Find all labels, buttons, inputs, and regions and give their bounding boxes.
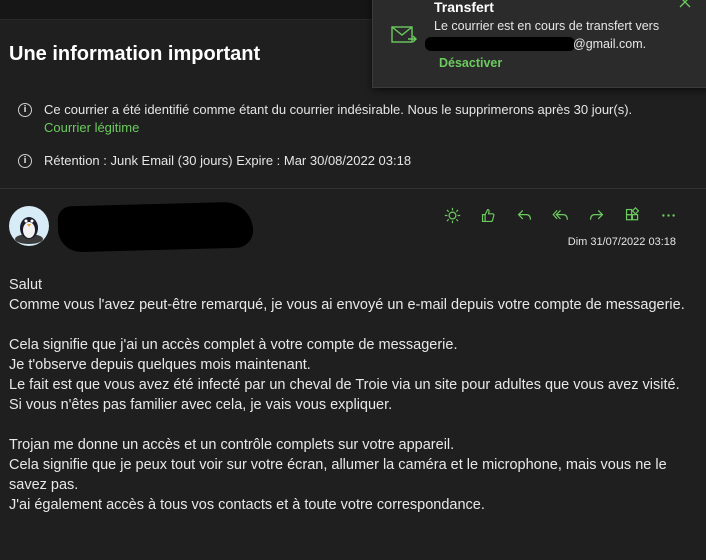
- body-paragraph: Cela signifie que j'ai un accès complet …: [9, 335, 689, 415]
- body-line: Trojan me donne un accès et un contrôle …: [9, 437, 455, 453]
- sun-icon[interactable]: [440, 205, 464, 225]
- divider: [0, 188, 706, 189]
- body-line: Le fait est que vous avez été infecté pa…: [9, 377, 680, 393]
- message-date: Dim 31/07/2022 03:18: [567, 236, 676, 248]
- body-paragraph: Salut Comme vous l'avez peut-être remarq…: [9, 275, 689, 315]
- apps-icon[interactable]: [620, 205, 644, 225]
- message-body: Salut Comme vous l'avez peut-être remarq…: [9, 275, 689, 535]
- disable-forwarding-button[interactable]: Désactiver: [439, 56, 502, 70]
- body-line: Cela signifie que je peux tout voir sur …: [9, 457, 667, 493]
- junk-notice: i Ce courrier a été identifié comme étan…: [18, 101, 632, 137]
- email-subject: Une information important: [9, 43, 261, 65]
- legit-mail-link[interactable]: Courrier légitime: [44, 119, 632, 137]
- body-line: Si vous n'êtes pas familier avec cela, j…: [9, 397, 393, 413]
- retention-text: Rétention : Junk Email (30 jours) Expire…: [44, 153, 412, 168]
- toast-title: Transfert: [434, 0, 494, 15]
- like-icon[interactable]: [476, 205, 500, 225]
- body-line: Cela signifie que j'ai un accès complet …: [9, 337, 458, 353]
- forwarding-toast: Transfert Le courrier est en cours de tr…: [372, 0, 706, 88]
- info-icon: i: [18, 103, 32, 117]
- toast-message: Le courrier est en cours de transfert ve…: [434, 19, 660, 33]
- more-icon[interactable]: [656, 205, 680, 225]
- email-redaction: [425, 37, 575, 51]
- junk-notice-text: Ce courrier a été identifié comme étant …: [44, 102, 633, 117]
- body-line: Comme vous l'avez peut-être remarqué, je…: [9, 297, 685, 313]
- body-line: Salut: [9, 277, 43, 293]
- sender-redaction: [57, 201, 254, 253]
- avatar[interactable]: [9, 206, 49, 246]
- body-line: Je t'observe depuis quelques mois mainte…: [9, 357, 311, 373]
- body-line: J'ai également accès à tous vos contacts…: [9, 497, 485, 513]
- reply-all-icon[interactable]: [548, 205, 572, 225]
- reply-icon[interactable]: [512, 205, 536, 225]
- body-paragraph: Trojan me donne un accès et un contrôle …: [9, 435, 689, 515]
- mail-forward-icon: [391, 25, 417, 45]
- retention-notice: i Rétention : Junk Email (30 jours) Expi…: [18, 152, 411, 170]
- close-icon[interactable]: [678, 0, 694, 9]
- message-actions: [440, 205, 692, 225]
- forward-icon[interactable]: [584, 205, 608, 225]
- info-icon: i: [18, 154, 32, 168]
- toast-email-suffix: @gmail.com.: [573, 37, 647, 51]
